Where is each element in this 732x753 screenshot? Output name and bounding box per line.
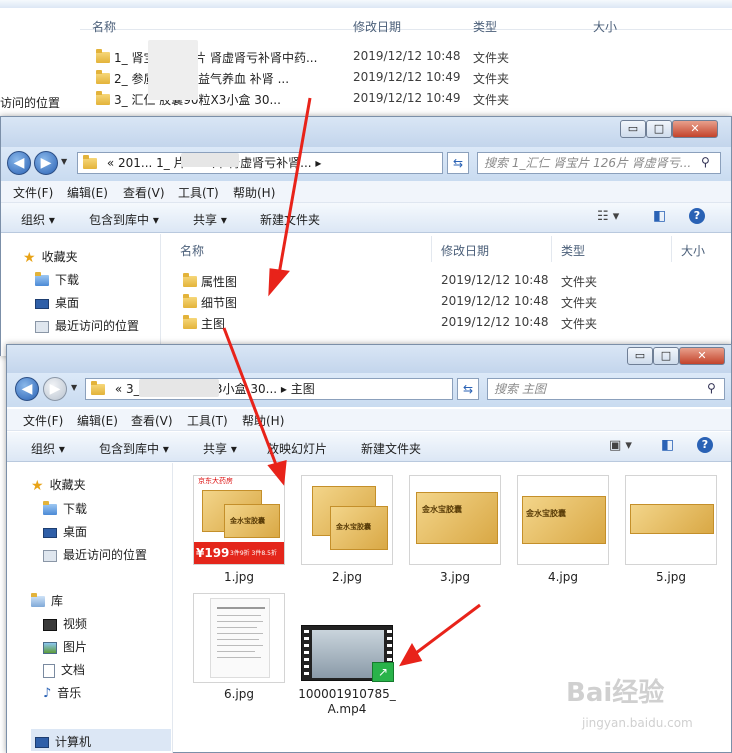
- arrow-2-head: [267, 459, 287, 486]
- arrow-3-head: [399, 642, 423, 667]
- arrow-2: [222, 327, 280, 471]
- arrow-3: [411, 603, 481, 658]
- watermark: Bai经验 jingyan.baidu.com: [566, 678, 693, 730]
- arrow-1: [276, 97, 312, 281]
- arrow-1-head: [268, 268, 290, 297]
- annotation-arrows: [222, 97, 481, 667]
